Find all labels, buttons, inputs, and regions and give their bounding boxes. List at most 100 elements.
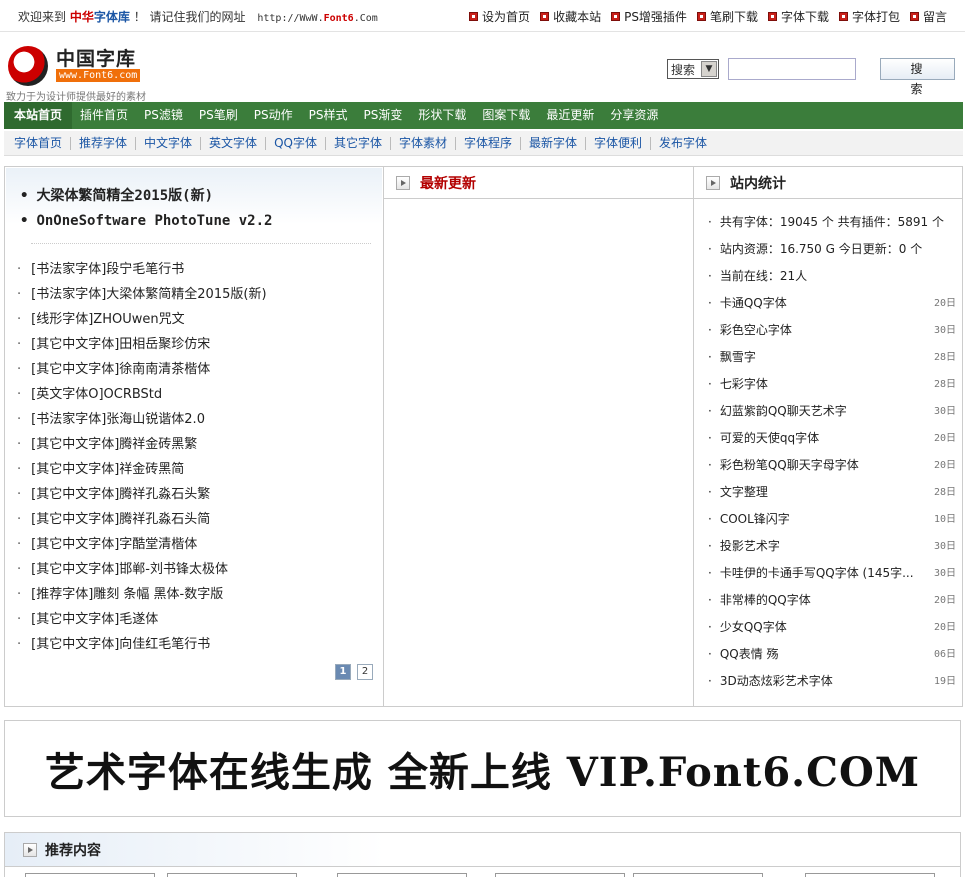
list-item[interactable]: · [其它中文字体]腾祥孔淼石头简 xyxy=(17,507,267,532)
sub-nav-item[interactable]: 推荐字体 xyxy=(71,136,137,150)
site-logo[interactable]: 中国字库 www.Font6.com 致力于为设计师提供最好的素材 xyxy=(4,44,204,103)
list-item[interactable]: · [英文字体O]OCRBStd xyxy=(17,382,267,407)
search-type-select[interactable]: 搜索 ▼ xyxy=(667,59,719,79)
thumbnail-frame[interactable] xyxy=(633,873,763,877)
main-nav-item[interactable]: PS笔刷 xyxy=(191,102,246,129)
list-item[interactable]: · [推荐字体]雕刻 条幅 黑体-数字版 xyxy=(17,582,267,607)
sub-nav-item[interactable]: QQ字体 xyxy=(266,136,326,150)
bullet-icon: · xyxy=(17,262,22,277)
list-item[interactable]: · 彩色粉笔QQ聊天字母字体 20日 xyxy=(708,452,956,479)
recent-updates-panel: 最新更新 xyxy=(383,166,694,707)
sub-nav-item[interactable]: 中文字体 xyxy=(136,136,202,150)
sub-nav-item[interactable]: 其它字体 xyxy=(326,136,391,150)
top-link[interactable]: 收藏本站 xyxy=(540,8,601,25)
sub-nav-item[interactable]: 发布字体 xyxy=(651,136,715,150)
stats-row: · 站内资源：16.750 G 今日更新：0 个 xyxy=(708,242,923,256)
thumbnail-frame[interactable] xyxy=(167,873,297,877)
sub-nav-item[interactable]: 字体首页 xyxy=(6,136,72,150)
list-item[interactable]: · 可爱的天使qq字体 20日 xyxy=(708,425,956,452)
list-item[interactable]: · [其它中文字体]向佳红毛笔行书 xyxy=(17,632,267,657)
list-item[interactable]: · 七彩字体 28日 xyxy=(708,371,956,398)
bullet-icon: · xyxy=(708,431,712,445)
list-item[interactable]: · [其它中文字体]祥金砖黑简 xyxy=(17,457,267,482)
list-item-label: [书法家字体]大梁体繁简精全2015版(新) xyxy=(31,287,267,302)
page-button[interactable]: 1 xyxy=(335,664,351,680)
list-item-date: 30日 xyxy=(933,568,956,579)
list-item[interactable]: · [其它中文字体]徐南南清茶楷体 xyxy=(17,357,267,382)
thumbnail-frame[interactable] xyxy=(495,873,625,877)
main-nav-item[interactable]: PS滤镜 xyxy=(136,102,191,129)
list-item-label: [其它中文字体]邯郸-刘书锋太极体 xyxy=(31,562,228,577)
list-item[interactable]: · 3D动态炫彩艺术字体 19日 xyxy=(708,668,956,695)
top-link[interactable]: 字体下载 xyxy=(767,8,829,25)
list-item-label: 彩色粉笔QQ聊天字母字体 xyxy=(719,458,859,472)
top-link[interactable]: 字体打包 xyxy=(838,8,900,25)
sub-nav-item[interactable]: 字体素材 xyxy=(391,136,456,150)
top-link[interactable]: 设为首页 xyxy=(469,8,530,25)
featured-item[interactable]: 大梁体繁简精全2015版(新) xyxy=(20,184,382,209)
main-nav-item[interactable]: 形状下载 xyxy=(410,102,474,129)
top-link[interactable]: PS增强插件 xyxy=(611,8,687,25)
list-item[interactable]: · 少女QQ字体 20日 xyxy=(708,614,956,641)
list-item-date: 06日 xyxy=(933,649,956,660)
list-item[interactable]: · 文字整理 28日 xyxy=(708,479,956,506)
list-item[interactable]: · 卡通QQ字体 20日 xyxy=(708,290,956,317)
bullet-icon: · xyxy=(17,612,22,627)
list-item[interactable]: · COOL锋闪字 10日 xyxy=(708,506,956,533)
thumbnail-frame[interactable] xyxy=(805,873,935,877)
list-item[interactable]: · [线形字体]ZHOUwen咒文 xyxy=(17,307,267,332)
thumbnail-frame[interactable] xyxy=(25,873,155,877)
list-item[interactable]: · [其它中文字体]字酷堂清楷体 xyxy=(17,532,267,557)
play-arrow-icon xyxy=(396,175,410,190)
bullet-icon: · xyxy=(708,620,712,634)
top-link[interactable]: 留言 xyxy=(909,8,947,25)
list-item[interactable]: · [其它中文字体]邯郸-刘书锋太极体 xyxy=(17,557,267,582)
page-button[interactable]: 2 xyxy=(357,664,373,680)
search-button[interactable]: 搜 索 xyxy=(880,58,955,96)
top-link[interactable]: 笔刷下载 xyxy=(696,8,758,25)
list-item-label: 文字整理 xyxy=(719,485,768,499)
sub-nav-item[interactable]: 字体便利 xyxy=(586,136,652,150)
promo-banner[interactable]: 艺术字体在线生成 全新上线 VIP.Font6.COM xyxy=(4,720,961,817)
bullet-icon: · xyxy=(708,377,712,391)
brand-name-a: 中华 xyxy=(69,10,94,24)
bullet-icon xyxy=(909,12,919,21)
bullet-icon: · xyxy=(708,404,712,418)
main-nav-item[interactable]: 最近更新 xyxy=(538,102,602,129)
list-item[interactable]: · [其它中文字体]毛遂体 xyxy=(17,607,267,632)
list-item[interactable]: · [其它中文字体]腾祥孔淼石头繁 xyxy=(17,482,267,507)
main-nav-item[interactable]: 本站首页 xyxy=(4,102,73,129)
top-bar: 欢迎来到 中华字体库 ！ 请记住我们的网址 http://WwW.Font6.C… xyxy=(0,0,965,32)
logo-icon xyxy=(8,46,48,86)
main-nav-item[interactable]: 插件首页 xyxy=(72,102,136,129)
main-nav-item[interactable]: PS渐变 xyxy=(355,102,410,129)
list-item-date: 19日 xyxy=(933,676,956,687)
thumbnail-frame[interactable] xyxy=(337,873,467,877)
list-item[interactable]: · [书法家字体]段宁毛笔行书 xyxy=(17,257,267,282)
list-item[interactable]: · 非常棒的QQ字体 20日 xyxy=(708,587,956,614)
sub-nav-item[interactable]: 最新字体 xyxy=(521,136,587,150)
list-item-label: 七彩字体 xyxy=(719,377,768,391)
featured-item[interactable]: OnOneSoftware PhotoTune v2.2 xyxy=(20,209,382,234)
list-item[interactable]: · 彩色空心字体 30日 xyxy=(708,317,956,344)
list-item[interactable]: · [书法家字体]张海山锐谐体2.0 xyxy=(17,407,267,432)
list-item[interactable]: · [其它中文字体]腾祥金砖黑繁 xyxy=(17,432,267,457)
main-nav-item[interactable]: PS动作 xyxy=(246,102,301,129)
bullet-icon: · xyxy=(708,647,712,661)
main-nav-item[interactable]: 图案下载 xyxy=(474,102,538,129)
list-item[interactable]: · 投影艺术字 30日 xyxy=(708,533,956,560)
list-item[interactable]: · 幻蓝紫韵QQ聊天艺术字 30日 xyxy=(708,398,956,425)
search-input[interactable] xyxy=(728,58,856,80)
list-item[interactable]: · 卡哇伊的卡通手写QQ字体 (145字... 30日 xyxy=(708,560,956,587)
bullet-icon: · xyxy=(17,437,22,452)
sub-nav-item[interactable]: 英文字体 xyxy=(201,136,267,150)
list-item-date: 30日 xyxy=(933,325,956,336)
list-item[interactable]: · 飘雪字 28日 xyxy=(708,344,956,371)
list-item[interactable]: · [其它中文字体]田相岳聚珍仿宋 xyxy=(17,332,267,357)
main-nav-item[interactable]: PS样式 xyxy=(301,102,356,129)
list-item[interactable]: · QQ表情 殇 06日 xyxy=(708,641,956,668)
main-nav-item[interactable]: 分享资源 xyxy=(602,102,666,129)
play-arrow-icon xyxy=(706,175,720,190)
list-item[interactable]: · [书法家字体]大梁体繁简精全2015版(新) xyxy=(17,282,267,307)
sub-nav-item[interactable]: 字体程序 xyxy=(456,136,522,150)
